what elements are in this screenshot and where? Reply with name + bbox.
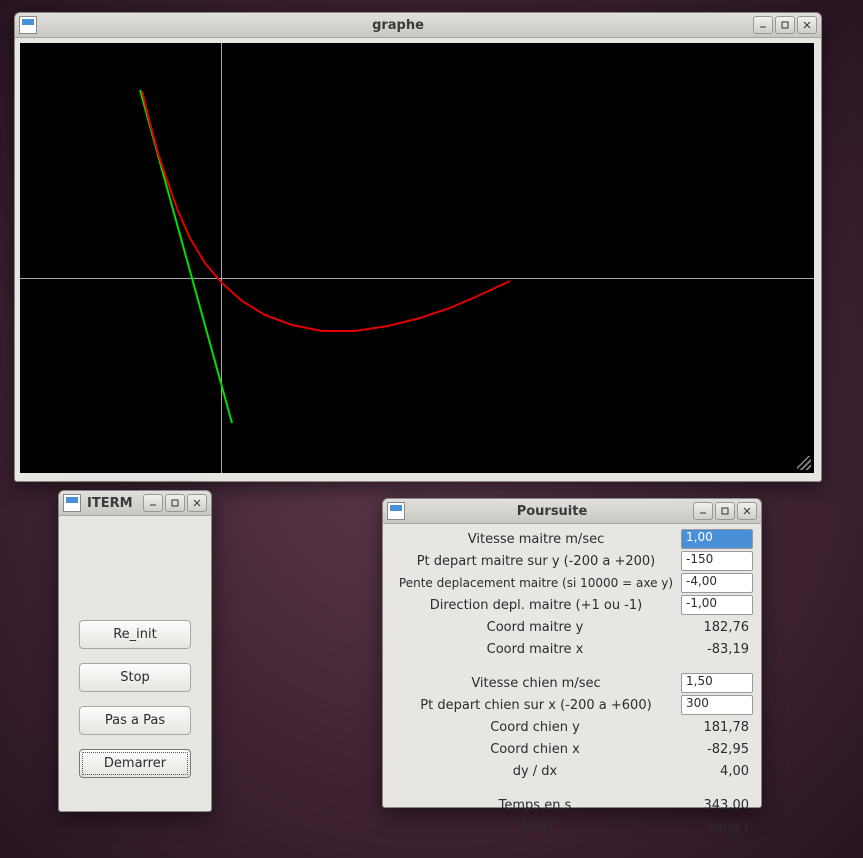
iterm-body: Re_init Stop Pas a Pas Demarrer bbox=[59, 516, 211, 778]
iterm-window-title: ITERM bbox=[87, 496, 143, 511]
row-temps: Temps en s 343,00 bbox=[385, 794, 759, 816]
label-vitesse-maitre: Vitesse maitre m/sec bbox=[391, 532, 681, 547]
value-coord-chien-y: 181,78 bbox=[679, 720, 753, 735]
label-pente-deplacement: Pente deplacement maitre (si 10000 = axe… bbox=[391, 576, 681, 590]
row-vitesse-chien: Vitesse chien m/sec 1,50 bbox=[385, 672, 759, 694]
window-buttons bbox=[753, 16, 817, 34]
graph-canvas bbox=[20, 43, 814, 473]
value-coord-maitre-y: 182,76 bbox=[679, 620, 753, 635]
label-vitesse-chien: Vitesse chien m/sec bbox=[391, 676, 681, 691]
minimize-button[interactable] bbox=[143, 494, 163, 512]
resize-grip[interactable] bbox=[797, 456, 811, 470]
close-button[interactable] bbox=[737, 502, 757, 520]
step-button[interactable]: Pas a Pas bbox=[79, 706, 191, 735]
window-buttons bbox=[693, 502, 757, 520]
row-etat: Etat bang ! bbox=[385, 816, 759, 838]
maximize-button[interactable] bbox=[715, 502, 735, 520]
poursuite-body: Vitesse maitre m/sec 1,00 Pt depart mait… bbox=[383, 524, 761, 842]
input-direction-depl[interactable]: -1,00 bbox=[681, 595, 753, 615]
input-pt-depart-chien-x[interactable]: 300 bbox=[681, 695, 753, 715]
graph-titlebar[interactable]: graphe bbox=[15, 13, 821, 38]
input-vitesse-chien[interactable]: 1,50 bbox=[681, 673, 753, 693]
maximize-button[interactable] bbox=[165, 494, 185, 512]
iterm-titlebar[interactable]: ITERM bbox=[59, 491, 211, 516]
input-vitesse-maitre[interactable]: 1,00 bbox=[681, 529, 753, 549]
close-button[interactable] bbox=[797, 16, 817, 34]
close-button[interactable] bbox=[187, 494, 207, 512]
app-icon bbox=[19, 16, 37, 34]
window-buttons bbox=[143, 494, 207, 512]
label-temps: Temps en s bbox=[391, 798, 679, 813]
label-dydx: dy / dx bbox=[391, 764, 679, 779]
row-vitesse-maitre: Vitesse maitre m/sec 1,00 bbox=[385, 528, 759, 550]
maximize-button[interactable] bbox=[775, 16, 795, 34]
row-direction-depl: Direction depl. maitre (+1 ou -1) -1,00 bbox=[385, 594, 759, 616]
minimize-button[interactable] bbox=[693, 502, 713, 520]
graph-window: graphe bbox=[14, 12, 822, 482]
value-coord-maitre-x: -83,19 bbox=[679, 642, 753, 657]
label-pt-depart-chien-x: Pt depart chien sur x (-200 a +600) bbox=[391, 698, 681, 713]
label-coord-maitre-y: Coord maitre y bbox=[391, 620, 679, 635]
label-pt-depart-maitre-y: Pt depart maitre sur y (-200 a +200) bbox=[391, 554, 681, 569]
poursuite-window: Poursuite Vitesse maitre m/sec 1,00 Pt d… bbox=[382, 498, 762, 808]
reinit-button[interactable]: Re_init bbox=[79, 620, 191, 649]
value-temps: 343,00 bbox=[679, 798, 753, 813]
value-etat: bang ! bbox=[679, 820, 753, 835]
poursuite-titlebar[interactable]: Poursuite bbox=[383, 499, 761, 524]
app-icon bbox=[387, 502, 405, 520]
row-coord-maitre-y: Coord maitre y 182,76 bbox=[385, 616, 759, 638]
value-dydx: 4,00 bbox=[679, 764, 753, 779]
poursuite-window-title: Poursuite bbox=[411, 504, 693, 519]
iterm-window: ITERM Re_init Stop Pas a Pas Demarrer bbox=[58, 490, 212, 812]
input-pt-depart-maitre-y[interactable]: -150 bbox=[681, 551, 753, 571]
app-icon bbox=[63, 494, 81, 512]
row-pente-deplacement: Pente deplacement maitre (si 10000 = axe… bbox=[385, 572, 759, 594]
row-coord-maitre-x: Coord maitre x -83,19 bbox=[385, 638, 759, 660]
value-coord-chien-x: -82,95 bbox=[679, 742, 753, 757]
start-button[interactable]: Demarrer bbox=[79, 749, 191, 778]
row-pt-depart-maitre-y: Pt depart maitre sur y (-200 a +200) -15… bbox=[385, 550, 759, 572]
label-etat: Etat bbox=[391, 820, 679, 835]
row-dydx: dy / dx 4,00 bbox=[385, 760, 759, 782]
stop-button[interactable]: Stop bbox=[79, 663, 191, 692]
chart-curves bbox=[20, 43, 814, 473]
graph-window-title: graphe bbox=[43, 18, 753, 33]
label-coord-chien-y: Coord chien y bbox=[391, 720, 679, 735]
row-pt-depart-chien-x: Pt depart chien sur x (-200 a +600) 300 bbox=[385, 694, 759, 716]
row-coord-chien-x: Coord chien x -82,95 bbox=[385, 738, 759, 760]
label-direction-depl: Direction depl. maitre (+1 ou -1) bbox=[391, 598, 681, 613]
label-coord-chien-x: Coord chien x bbox=[391, 742, 679, 757]
label-coord-maitre-x: Coord maitre x bbox=[391, 642, 679, 657]
minimize-button[interactable] bbox=[753, 16, 773, 34]
input-pente-deplacement[interactable]: -4,00 bbox=[681, 573, 753, 593]
row-coord-chien-y: Coord chien y 181,78 bbox=[385, 716, 759, 738]
